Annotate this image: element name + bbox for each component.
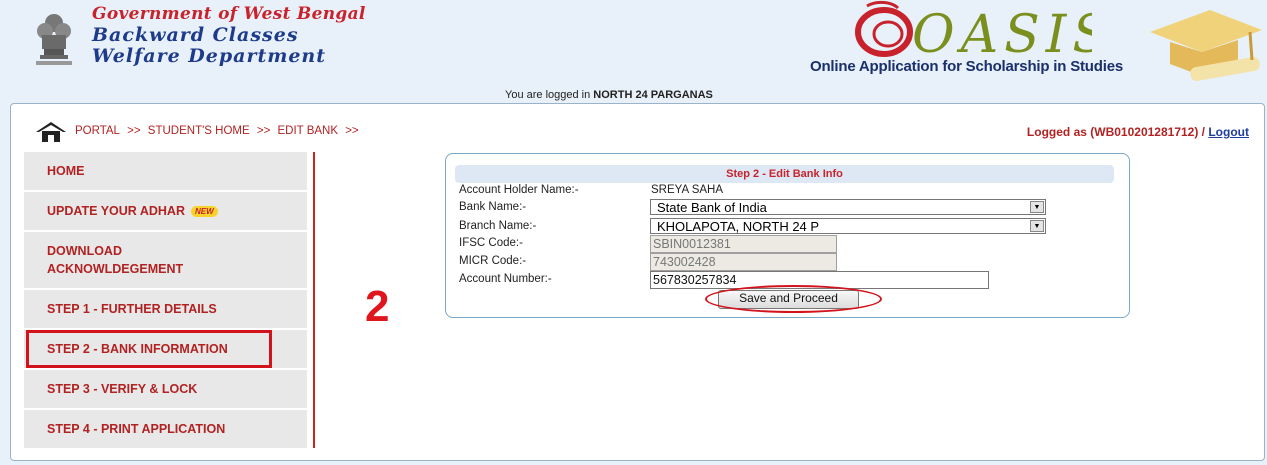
graduation-cap-icon — [1150, 10, 1262, 82]
ifsc-field: SBIN0012381 — [650, 235, 837, 253]
branch-name-label: Branch Name:- — [459, 220, 537, 232]
micr-field: 743002428 — [650, 253, 837, 271]
sidebar-divider — [313, 152, 315, 448]
sidebar-item-label: STEP 4 - PRINT APPLICATION — [47, 422, 226, 436]
logged-as-info: Logged as (WB010201281712) / Logout — [1027, 125, 1249, 139]
breadcrumb: PORTAL >> STUDENT'S HOME >> EDIT BANK >> — [75, 125, 363, 137]
breadcrumb-students-home[interactable]: STUDENT'S HOME — [148, 125, 250, 137]
account-holder-value: SREYA SAHA — [651, 184, 724, 196]
micr-label: MICR Code:- — [459, 255, 527, 267]
step2-highlight-box — [26, 330, 272, 368]
sidebar-item-label: UPDATE YOUR ADHAR — [47, 204, 185, 218]
gov-line-3: Welfare Department — [92, 45, 327, 67]
sidebar-item-step4[interactable]: STEP 4 - PRINT APPLICATION — [24, 410, 307, 448]
sidebar-item-label: STEP 3 - VERIFY & LOCK — [47, 382, 198, 396]
sidebar-item-label: STEP 1 - FURTHER DETAILS — [47, 302, 217, 316]
breadcrumb-portal[interactable]: PORTAL — [75, 125, 120, 137]
sidebar-item-download-acknowledgement[interactable]: DOWNLOAD ACKNOWLDEGEMENT — [24, 232, 307, 288]
branch-name-value: KHOLAPOTA, NORTH 24 P — [657, 219, 820, 234]
gov-line-2: Backward Classes — [92, 24, 299, 46]
new-badge: NEW — [190, 205, 218, 217]
sidebar-item-step3[interactable]: STEP 3 - VERIFY & LOCK — [24, 370, 307, 408]
oasis-logo: OASIS — [855, 0, 1092, 62]
breadcrumb-edit-bank[interactable]: EDIT BANK — [278, 125, 339, 137]
gov-line-1: Government of West Bengal — [92, 4, 366, 24]
breadcrumb-separator: >> — [345, 125, 359, 137]
sidebar-menu: HOME UPDATE YOUR ADHAR NEW DOWNLOAD ACKN… — [24, 152, 307, 450]
logout-link[interactable]: Logout — [1208, 125, 1249, 139]
sidebar-item-label-line2: ACKNOWLDEGEMENT — [47, 262, 184, 276]
state-emblem-icon — [36, 14, 72, 65]
district-name: NORTH 24 PARGANAS — [593, 89, 713, 101]
department-title: Government of West Bengal Backward Class… — [92, 4, 366, 67]
sidebar-item-update-adhar[interactable]: UPDATE YOUR ADHAR NEW — [24, 192, 307, 230]
sidebar-item-home[interactable]: HOME — [24, 152, 307, 190]
save-button-highlight-ellipse — [705, 285, 882, 313]
page-header: Government of West Bengal Backward Class… — [0, 0, 1267, 101]
oasis-subtitle: Online Application for Scholarship in St… — [810, 58, 1123, 75]
step-number-annotation: 2 — [365, 282, 390, 331]
ifsc-label: IFSC Code:- — [459, 237, 523, 249]
sidebar-item-label-line1: DOWNLOAD — [47, 244, 122, 258]
home-icon[interactable] — [34, 121, 68, 143]
chevron-down-icon[interactable]: ▼ — [1030, 201, 1044, 213]
oasis-logo-text: OASIS — [912, 5, 1092, 62]
logged-in-prefix: You are logged in — [505, 89, 591, 101]
branch-name-select[interactable]: KHOLAPOTA, NORTH 24 P ▼ — [650, 218, 1046, 234]
bank-name-select[interactable]: State Bank of India ▼ — [650, 199, 1046, 215]
chevron-down-icon[interactable]: ▼ — [1030, 220, 1044, 232]
breadcrumb-separator: >> — [127, 125, 141, 137]
logged-in-district: You are logged in NORTH 24 PARGANAS — [505, 89, 713, 101]
account-holder-label: Account Holder Name:- — [459, 184, 579, 196]
sidebar-item-label: HOME — [47, 164, 85, 178]
bank-name-label: Bank Name:- — [459, 201, 527, 213]
sidebar-item-step1[interactable]: STEP 1 - FURTHER DETAILS — [24, 290, 307, 328]
breadcrumb-separator: >> — [256, 125, 271, 137]
account-number-label: Account Number:- — [459, 273, 552, 285]
logged-as-text: Logged as (WB010201281712) / — [1026, 125, 1205, 139]
bank-name-value: State Bank of India — [657, 200, 767, 215]
form-title: Step 2 - Edit Bank Info — [455, 165, 1114, 183]
